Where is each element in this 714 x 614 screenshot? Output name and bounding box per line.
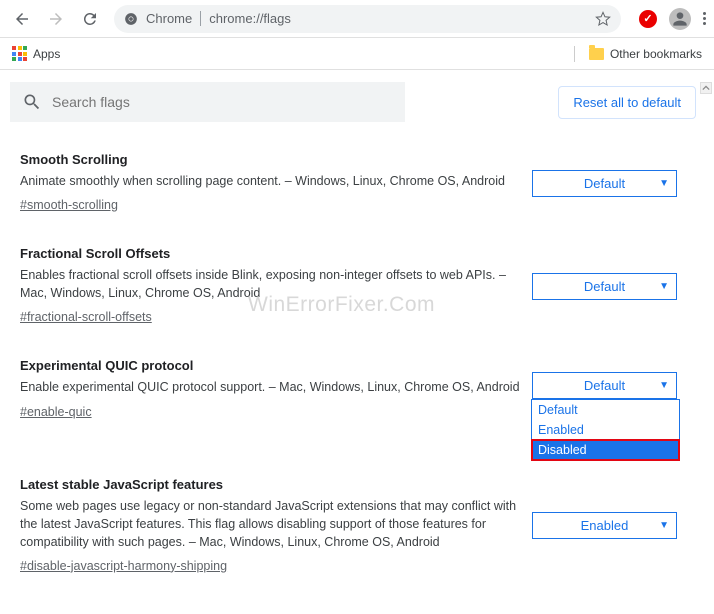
star-icon[interactable] xyxy=(595,11,611,27)
folder-icon xyxy=(589,48,604,60)
option-default[interactable]: Default xyxy=(532,400,679,420)
search-row: Reset all to default xyxy=(0,70,714,134)
flag-title: Latest stable JavaScript features xyxy=(20,477,520,492)
flag-quic: Experimental QUIC protocol Enable experi… xyxy=(20,340,694,434)
search-box[interactable] xyxy=(10,82,405,122)
flag-fractional-scroll: Fractional Scroll Offsets Enables fracti… xyxy=(20,228,694,340)
flag-title: Fractional Scroll Offsets xyxy=(20,246,520,261)
profile-avatar[interactable] xyxy=(669,8,691,30)
reload-icon xyxy=(81,10,99,28)
flag-select[interactable]: Default ▼ xyxy=(532,170,677,197)
chevron-down-icon: ▼ xyxy=(659,380,669,391)
search-input[interactable] xyxy=(52,94,393,110)
person-icon xyxy=(670,9,690,29)
omnibox-url: chrome://flags xyxy=(209,11,291,26)
chevron-down-icon: ▼ xyxy=(659,520,669,531)
flag-desc: Some web pages use legacy or non-standar… xyxy=(20,497,520,551)
other-bookmarks[interactable]: Other bookmarks xyxy=(574,46,702,62)
flag-select[interactable]: Enabled ▼ xyxy=(532,512,677,539)
bookmarks-bar: Apps Other bookmarks xyxy=(0,38,714,70)
flag-value: Enabled xyxy=(581,518,629,533)
forward-button[interactable] xyxy=(42,5,70,33)
search-icon xyxy=(22,92,42,112)
flag-title: Smooth Scrolling xyxy=(20,152,520,167)
toolbar-right: ✓ xyxy=(631,8,706,30)
flags-content: Smooth Scrolling Animate smoothly when s… xyxy=(0,134,714,614)
flag-anchor[interactable]: #fractional-scroll-offsets xyxy=(20,310,152,324)
separator xyxy=(574,46,575,62)
arrow-left-icon xyxy=(13,10,31,28)
flag-desc: Enable experimental QUIC protocol suppor… xyxy=(20,378,520,396)
omnibox-title: Chrome xyxy=(146,11,192,26)
chevron-down-icon: ▼ xyxy=(659,281,669,292)
flag-select[interactable]: Default ▼ xyxy=(532,273,677,300)
flag-dropdown: Default Enabled Disabled xyxy=(531,399,680,461)
chevron-down-icon: ▼ xyxy=(659,178,669,189)
option-enabled[interactable]: Enabled xyxy=(532,420,679,440)
reload-button[interactable] xyxy=(76,5,104,33)
omnibox-divider xyxy=(200,11,201,26)
flag-anchor[interactable]: #enable-quic xyxy=(20,405,92,419)
flag-anchor[interactable]: #smooth-scrolling xyxy=(20,198,118,212)
apps-label: Apps xyxy=(33,47,60,61)
back-button[interactable] xyxy=(8,5,36,33)
menu-button[interactable] xyxy=(703,12,706,25)
option-disabled[interactable]: Disabled xyxy=(532,440,679,460)
scroll-up-button[interactable] xyxy=(700,82,712,94)
flag-desc: Animate smoothly when scrolling page con… xyxy=(20,172,520,190)
other-bookmarks-label: Other bookmarks xyxy=(610,47,702,61)
flag-value: Default xyxy=(584,279,625,294)
address-bar[interactable]: Chrome chrome://flags xyxy=(114,5,621,33)
flag-value: Default xyxy=(584,378,625,393)
reset-button[interactable]: Reset all to default xyxy=(558,86,696,119)
chrome-icon xyxy=(124,12,138,26)
apps-shortcut[interactable]: Apps xyxy=(12,46,60,61)
flag-select[interactable]: Default ▼ Default Enabled Disabled xyxy=(532,372,677,399)
flag-title: Experimental QUIC protocol xyxy=(20,358,520,373)
apps-icon xyxy=(12,46,27,61)
flag-desc: Enables fractional scroll offsets inside… xyxy=(20,266,520,302)
omnibox-text: Chrome chrome://flags xyxy=(146,11,291,26)
extension-icon[interactable]: ✓ xyxy=(639,10,657,28)
chevron-up-icon xyxy=(702,84,710,92)
arrow-right-icon xyxy=(47,10,65,28)
flag-value: Default xyxy=(584,176,625,191)
browser-toolbar: Chrome chrome://flags ✓ xyxy=(0,0,714,38)
flag-anchor[interactable]: #disable-javascript-harmony-shipping xyxy=(20,559,227,573)
flag-smooth-scrolling: Smooth Scrolling Animate smoothly when s… xyxy=(20,134,694,228)
